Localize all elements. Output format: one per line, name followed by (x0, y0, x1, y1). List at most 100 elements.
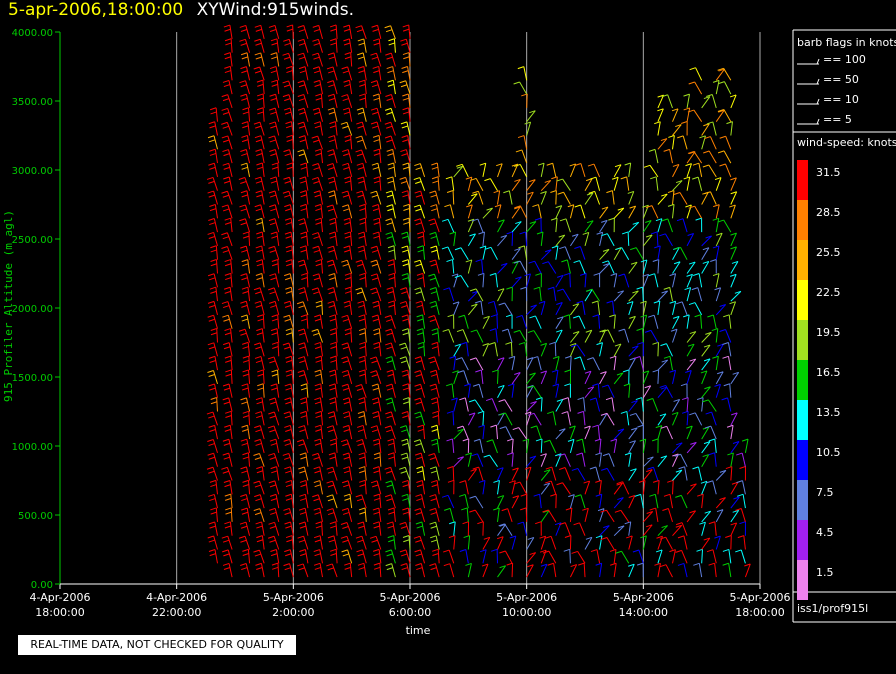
barb-flag (545, 480, 552, 484)
wind-barb (254, 176, 265, 191)
barb-shaft (628, 521, 632, 536)
barb-shaft (346, 356, 353, 371)
wind-barb (402, 107, 411, 122)
wind-barb (556, 288, 571, 302)
wind-barb (210, 245, 218, 260)
barb-shaft (551, 466, 557, 481)
barb-flag (222, 249, 229, 253)
wind-barb (574, 163, 586, 178)
barb-flag (372, 204, 379, 208)
wind-barb (269, 438, 280, 454)
barb-shaft (709, 136, 717, 150)
barb-flag (268, 411, 275, 415)
barb-flag (675, 494, 682, 498)
barb-flag (241, 428, 249, 432)
barb-flag (269, 539, 276, 543)
barb-shaft (464, 494, 469, 509)
wind-barb (401, 369, 411, 384)
wind-barb (686, 331, 697, 343)
barb-shaft (548, 509, 557, 523)
barb-flag (430, 535, 437, 539)
barb-shaft (303, 53, 309, 67)
barb-shaft (318, 108, 323, 122)
wind-barb (429, 563, 440, 578)
barb-shaft (712, 549, 717, 564)
barb-flag (359, 373, 366, 377)
speed-label: 7.5 (816, 486, 834, 499)
barb-flag (242, 553, 249, 557)
barb-flag (222, 236, 229, 240)
barb-shaft (555, 245, 559, 260)
barb-flag (256, 415, 263, 419)
barb-flag (269, 176, 277, 180)
barb-flag (240, 563, 247, 566)
barb-flag (222, 470, 229, 474)
wind-barb (357, 66, 367, 81)
barb-shaft (628, 162, 632, 177)
barb-flag (417, 235, 424, 239)
barb-flag (282, 80, 289, 84)
barb-flag (373, 139, 380, 143)
barb-flag (271, 332, 278, 336)
barb-flag (209, 498, 216, 502)
barb-flag (241, 498, 248, 502)
barb-shaft (393, 38, 396, 53)
barb-flag (486, 439, 493, 443)
barb-shaft (214, 383, 218, 398)
wind-barb (692, 162, 703, 177)
barb-shaft (582, 301, 586, 315)
speed-label: 31.5 (816, 166, 841, 179)
barb-flag (459, 397, 466, 401)
barb-flag (614, 509, 622, 513)
barb-shaft (261, 466, 265, 481)
wind-barb (661, 218, 673, 233)
wind-barb (207, 439, 218, 454)
barb-shaft (261, 231, 265, 246)
wind-barb (357, 424, 367, 440)
barb-flag (254, 204, 261, 208)
barb-shaft (392, 521, 396, 536)
barb-flag (371, 263, 379, 267)
barb-flag (677, 562, 685, 566)
barb-flag (314, 553, 321, 557)
barb-shaft (247, 259, 251, 274)
barb-flag (285, 553, 292, 557)
barb-flag (387, 300, 395, 304)
wind-barb (327, 176, 338, 191)
wind-barb (399, 549, 411, 564)
barb-flag (223, 153, 230, 157)
wind-barb (256, 231, 265, 246)
barb-shaft (227, 301, 233, 316)
barb-flag (416, 456, 423, 460)
barb-flag (314, 539, 322, 543)
barb-shaft (335, 438, 338, 453)
barb-shaft (333, 535, 338, 550)
barb-shaft (669, 287, 673, 302)
barb-shaft (213, 494, 218, 509)
barb-flag (269, 249, 276, 253)
barb-shaft (436, 438, 440, 453)
wind-barb (717, 219, 732, 233)
barb-flag (681, 410, 689, 414)
y-tick-label: 2000.00 (12, 304, 53, 315)
wind-barb (532, 204, 542, 219)
barb-flag (341, 507, 349, 511)
barb-shaft (347, 149, 353, 164)
wind-barb (207, 535, 218, 550)
barb-shaft (262, 383, 265, 398)
wind-barb (283, 300, 294, 316)
wind-barb (315, 259, 323, 274)
wind-barb (465, 452, 472, 467)
barb-shaft (348, 452, 353, 467)
barb-flag (314, 484, 321, 488)
barb-flag (706, 480, 713, 484)
barb-flag (431, 397, 438, 401)
wind-barb (533, 493, 542, 509)
wind-barb (401, 272, 411, 288)
barb-flag (456, 425, 464, 429)
barb-flag (285, 479, 292, 483)
barb-flag (315, 152, 322, 156)
wind-barb (341, 549, 353, 564)
barb-flag (430, 373, 438, 377)
barb-flag (650, 231, 658, 235)
